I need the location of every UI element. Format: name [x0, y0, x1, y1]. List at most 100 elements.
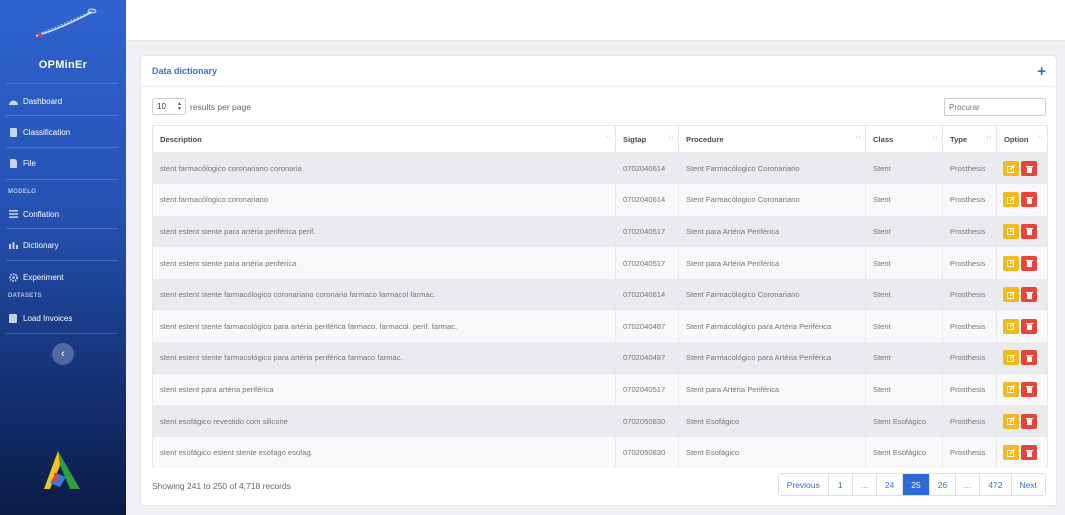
type-cell: Prosthesis — [942, 373, 997, 406]
edit-button[interactable] — [1003, 445, 1019, 461]
sidebar-divider — [6, 83, 118, 84]
sigtap-cell: 0702040487 — [615, 310, 679, 343]
class-cell: Stent — [865, 373, 943, 406]
class-cell: Stent — [865, 184, 943, 216]
sort-icon: ↑↓ — [668, 135, 674, 141]
sigtap-cell: 0702040487 — [615, 342, 679, 374]
edit-button[interactable] — [1003, 350, 1019, 366]
column-header-type[interactable]: Type ↑↓ — [942, 125, 997, 153]
column-header-description[interactable]: Description ↑↓ — [152, 125, 616, 153]
sidebar-item-label: Experiment — [23, 272, 64, 282]
option-cell — [996, 310, 1048, 343]
option-cell — [996, 373, 1048, 406]
pagination: Previous 1... 24 25 26... 472 Next — [777, 473, 1046, 496]
delete-button[interactable] — [1021, 255, 1037, 271]
dashboard-icon — [8, 96, 18, 106]
sidebar-divider — [6, 179, 118, 180]
type-cell: Prosthesis — [942, 405, 997, 437]
next-page-button[interactable]: Next — [1010, 474, 1045, 495]
sidebar-item-load-invoices[interactable]: Load Invoices — [8, 309, 120, 327]
chevron-left-icon: ‹ — [61, 348, 65, 360]
sidebar-divider — [6, 260, 118, 261]
class-cell: Stent Esofágico — [865, 405, 943, 437]
edit-icon — [1007, 227, 1015, 236]
page-button[interactable]: 26 — [928, 474, 956, 495]
trash-icon — [1025, 386, 1033, 394]
table-row: stent farmacólogico coronariano 070204061… — [152, 184, 1048, 216]
delete-button[interactable] — [1021, 287, 1037, 303]
edit-button[interactable] — [1003, 413, 1019, 429]
trash-icon — [1025, 449, 1033, 457]
column-header-option[interactable]: Option ↑↓ — [996, 125, 1048, 153]
sigtap-cell: 0702040517 — [615, 373, 679, 406]
sigtap-cell: 0702040614 — [615, 278, 679, 311]
sigtap-cell: 0702050830 — [615, 405, 679, 437]
column-header-procedure[interactable]: Procedure ↑↓ — [678, 125, 866, 153]
sidebar-item-classification[interactable]: Classification — [8, 123, 120, 141]
sidebar-item-label: Load Invoices — [23, 313, 73, 323]
add-entry-button[interactable]: + — [1037, 64, 1046, 79]
sidebar-collapse-button[interactable]: ‹ — [52, 343, 74, 365]
brand-name: OPMinEr — [38, 59, 88, 71]
table-row: stent estent stente para artéria perifér… — [152, 215, 1048, 248]
results-per-page-select[interactable]: 10 ▴ ▾ — [152, 98, 186, 115]
search-input[interactable] — [944, 98, 1046, 116]
edit-icon — [1007, 290, 1015, 299]
sidebar-item-file[interactable]: File — [8, 154, 120, 172]
data-dictionary-card: Data dictionary + 10 ▴ ▾ results per page… — [140, 55, 1057, 506]
edit-icon — [1007, 385, 1015, 394]
edit-button[interactable] — [1003, 192, 1019, 208]
table-row: stent estent stente farmacológico para a… — [152, 310, 1048, 343]
sidebar-item-dashboard[interactable]: Dashboard — [8, 92, 120, 110]
delete-button[interactable] — [1021, 350, 1037, 366]
procedure-cell: Stent Farmacológico para Artéria Perifér… — [678, 342, 866, 374]
trash-icon — [1025, 323, 1033, 331]
delete-button[interactable] — [1021, 192, 1037, 208]
delete-button[interactable] — [1021, 161, 1037, 177]
trash-icon — [1025, 354, 1033, 362]
delete-button[interactable] — [1021, 413, 1037, 429]
trash-icon — [1025, 260, 1033, 268]
sidebar-item-label: Classification — [23, 127, 71, 137]
edit-button[interactable] — [1003, 287, 1019, 303]
sidebar-item-experiment[interactable]: Experiment — [8, 268, 120, 286]
page-button[interactable]: 1 — [827, 474, 852, 495]
option-cell — [996, 184, 1048, 216]
option-cell — [996, 215, 1048, 248]
edit-icon — [1007, 259, 1015, 268]
edit-button[interactable] — [1003, 161, 1019, 177]
type-cell: Prosthesis — [942, 278, 997, 311]
sidebar: OPMinEr Dashboard Classification File MO… — [0, 0, 126, 515]
table-row: stent estent stente farmacológico para a… — [152, 342, 1048, 374]
type-cell: Prosthesis — [942, 342, 997, 374]
page-button[interactable]: 25 — [902, 474, 929, 495]
edit-button[interactable] — [1003, 381, 1019, 397]
delete-button[interactable] — [1021, 223, 1037, 239]
page-button[interactable]: 24 — [875, 474, 903, 495]
sidebar-item-dictionary[interactable]: Dictionary — [8, 236, 120, 254]
procedure-cell: Stent para Artéria Periférica — [678, 215, 866, 248]
sort-icon: ↑↓ — [932, 135, 938, 141]
type-cell: Prosthesis — [942, 247, 997, 279]
sigtap-cell: 0702050830 — [615, 436, 679, 469]
table-row: stent estent stente para artéria perifér… — [152, 247, 1048, 279]
page-button[interactable]: 472 — [979, 474, 1011, 495]
edit-button[interactable] — [1003, 318, 1019, 334]
delete-button[interactable] — [1021, 381, 1037, 397]
class-cell: Stent — [865, 278, 943, 311]
sidebar-item-conflation[interactable]: Conflation — [8, 205, 120, 223]
edit-button[interactable] — [1003, 223, 1019, 239]
description-cell: stent farmacólogico coronariano coronari… — [152, 152, 616, 185]
column-header-class[interactable]: Class ↑↓ — [865, 125, 943, 153]
description-cell: stent esofágico estent stente esofago es… — [152, 436, 616, 469]
sidebar-item-label: File — [23, 158, 36, 168]
dictionary-table: Description ↑↓ Sigtap ↑↓ Procedure ↑↓ Class… — [152, 125, 1048, 469]
column-header-sigtap[interactable]: Sigtap ↑↓ — [615, 125, 679, 153]
table-row: stent estent para artéria periférica 0702… — [152, 373, 1048, 406]
delete-button[interactable] — [1021, 318, 1037, 334]
delete-button[interactable] — [1021, 445, 1037, 461]
class-cell: Stent — [865, 310, 943, 343]
class-cell: Stent — [865, 215, 943, 248]
previous-page-button[interactable]: Previous — [778, 474, 828, 495]
edit-button[interactable] — [1003, 255, 1019, 271]
